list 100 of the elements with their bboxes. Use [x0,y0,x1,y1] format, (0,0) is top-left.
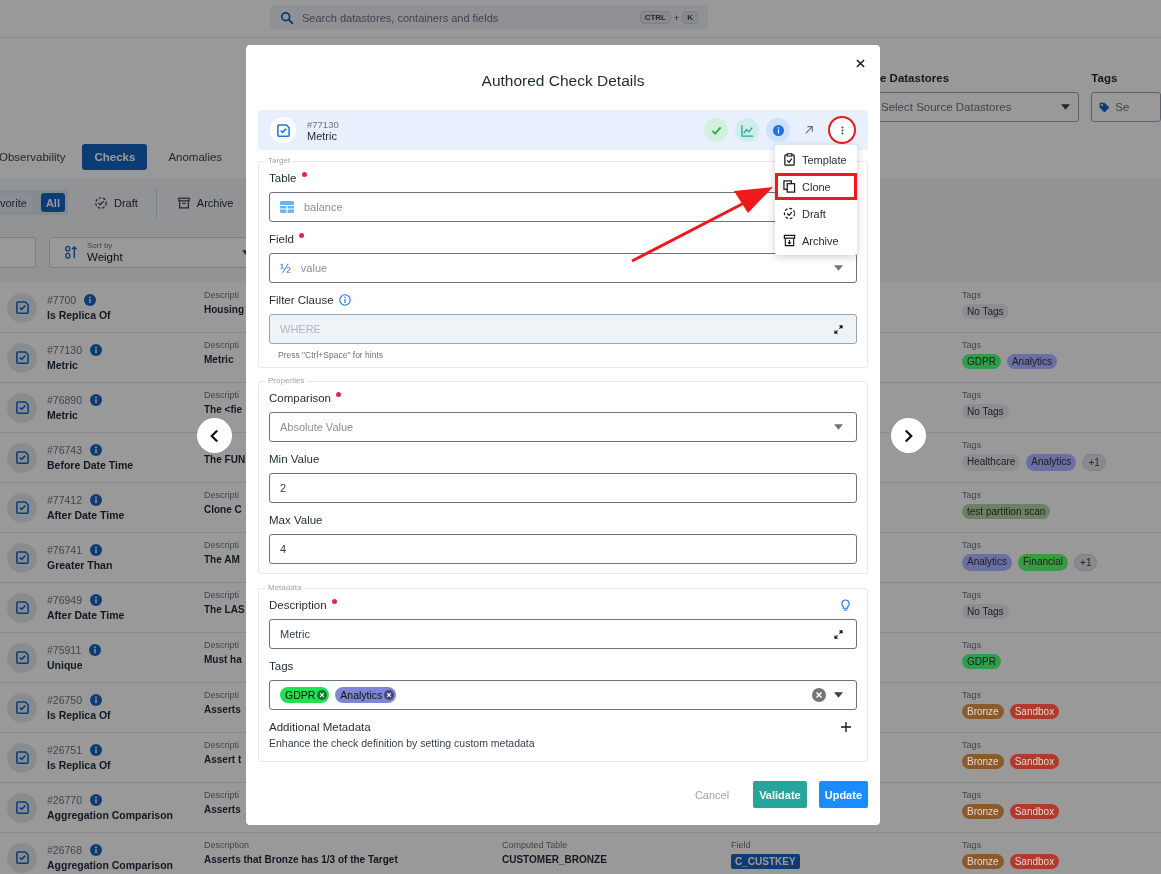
column-label: Tags [962,290,981,301]
check-id: #26770 [47,794,83,806]
fraction-glyph: ½ [280,260,291,276]
chevron-left-icon [209,427,220,444]
tab[interactable]: Observability [0,144,74,170]
lightbulb-icon[interactable] [840,598,851,612]
check-name: Is Replica Of [47,759,111,771]
description-text: Must ha [204,654,242,666]
filter-label: Tags [1091,71,1119,85]
info-button[interactable] [766,118,790,142]
search-input[interactable]: Search datastores, containers and fields [300,10,634,25]
info-icon[interactable] [90,494,103,506]
check-id: #75911 [47,644,82,656]
clear-icon[interactable] [812,688,826,702]
info-icon[interactable] [89,644,102,656]
helper-text: Enhance the check definition by setting custom metadata [269,736,536,751]
tab[interactable]: Checks [82,144,148,170]
check-icon [7,542,37,573]
tag-chip: Bronze [962,754,1004,769]
search-field[interactable]: Search datastores, containers and fields CTRL + K [270,5,708,30]
input-field[interactable]: 2 [269,473,857,503]
description-text: The AM [204,554,240,566]
description-text: Assert t [204,754,242,766]
sort-icon [64,245,79,260]
check-name: After Date Time [47,509,125,521]
tag-chip[interactable]: GDPR [280,687,330,703]
field-label: Field [269,233,294,245]
section-legend: Target [265,156,294,166]
section-legend: Metadata [265,583,305,593]
info-icon[interactable] [90,594,103,606]
check-icon [7,642,37,673]
more-count: +1 [1074,554,1098,571]
copy-icon [783,180,796,193]
info-icon[interactable] [338,294,351,306]
key-cap: K [682,11,698,24]
tag-chip: GDPR [962,354,1001,369]
info-icon[interactable] [90,694,103,706]
info-icon[interactable] [90,394,103,406]
validate-button[interactable]: Validate [753,781,807,808]
check-id: #26768 [47,844,83,856]
info-icon[interactable] [84,294,97,306]
menu-item[interactable]: Archive [775,227,857,254]
status-filter[interactable]: Archive [176,195,234,210]
check-id: #76949 [47,594,83,606]
filter-segment[interactable]: vorite [0,193,32,212]
field-label: Additional Metadata [269,721,371,733]
filter-segment[interactable]: All [40,193,65,212]
info-icon[interactable] [90,444,103,456]
field-label: Filter Clause [269,294,334,306]
remove-icon[interactable] [384,690,395,700]
tag-chip: No Tags [962,604,1009,619]
info-icon[interactable] [90,844,103,856]
remove-icon[interactable] [317,690,328,700]
more-count: +1 [1082,454,1106,471]
column-label: Tags [962,440,981,451]
expand-icon[interactable] [834,629,843,639]
info-icon[interactable] [90,794,103,806]
column-label: Descripti [204,640,239,651]
check-name: Unique [47,659,84,671]
check-icon [710,124,722,136]
caret-icon [834,424,843,430]
check-icon [7,792,37,823]
archive-icon [176,195,191,210]
column-label: Descripti [204,690,239,701]
description-text: Asserts [204,704,241,716]
check-name: Is Replica Of [47,709,111,721]
input-field[interactable]: Metric [269,619,857,649]
caret-icon [1061,104,1071,110]
tags-field[interactable]: GDPR Analytics [269,680,857,710]
tag-chip: Sandbox [1009,704,1060,719]
tab[interactable]: Anomalies [156,144,235,170]
update-button[interactable]: Update [818,781,868,808]
draft-icon [783,207,796,220]
check-id: #76890 [47,394,83,406]
info-icon[interactable] [90,344,103,356]
check-id: #76743 [47,444,83,456]
info-icon[interactable] [90,744,103,756]
menu-item[interactable]: Clone [775,173,857,200]
check-id: #77130 [307,118,340,130]
description-text: Asserts that Bronze has 1/3 of the Target [204,854,398,866]
input-field[interactable]: 4 [269,534,857,564]
chart-button[interactable] [735,118,759,142]
check-icon [7,392,37,423]
column-label: Descripti [204,390,239,401]
search-field[interactable] [0,237,36,268]
tag-chip: GDPR [962,654,1001,669]
tag-chip: Bronze [962,804,1004,819]
tag-chip[interactable]: Analytics [335,687,397,703]
column-label: Descripti [204,790,239,801]
menu-item[interactable]: Template [775,146,857,173]
status-filter[interactable]: Draft [93,195,138,210]
check-icon [7,342,37,373]
add-icon[interactable] [841,722,851,732]
expand-icon[interactable] [834,324,843,334]
description-text: Metric [204,354,234,366]
check-icon [7,692,37,723]
check-status-button[interactable] [704,118,728,142]
tag-chip: Financial [1018,554,1069,571]
info-icon[interactable] [90,544,103,556]
more-button[interactable] [828,116,856,144]
